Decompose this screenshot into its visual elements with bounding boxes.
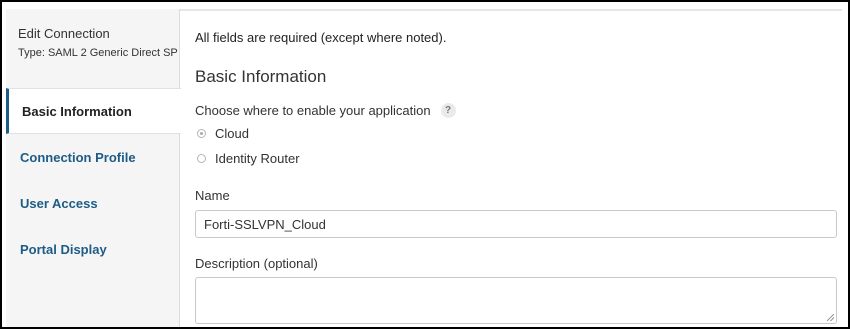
sidebar-item-label: User Access [20, 195, 98, 211]
name-input[interactable]: Forti-SSLVPN_Cloud [195, 210, 837, 238]
connection-title: Edit Connection [18, 26, 110, 41]
sidebar-item-user-access[interactable]: User Access [6, 180, 180, 226]
section-title: Basic Information [195, 67, 327, 86]
sidebar-item-connection-profile[interactable]: Connection Profile [6, 134, 180, 180]
description-label: Description (optional) [195, 256, 318, 271]
radio-button[interactable] [197, 129, 206, 138]
name-input-value: Forti-SSLVPN_Cloud [204, 216, 326, 232]
enable-location-question: Choose where to enable your application … [195, 103, 456, 118]
radio-label: Identity Router [215, 151, 300, 166]
radio-button[interactable] [197, 154, 206, 163]
sidebar-item-portal-display[interactable]: Portal Display [6, 226, 180, 272]
sidebar-item-basic-information[interactable]: Basic Information [6, 88, 181, 134]
connection-header: Edit Connection Type: SAML 2 Generic Dir… [18, 26, 178, 59]
sidebar-item-label: Basic Information [22, 103, 132, 119]
enable-location-label: Choose where to enable your application [195, 103, 431, 118]
resize-grip-icon[interactable] [827, 314, 834, 321]
sidebar-item-label: Connection Profile [20, 149, 136, 165]
required-note: All fields are required (except where no… [195, 30, 447, 45]
description-textarea[interactable] [195, 277, 837, 324]
help-icon[interactable]: ? [440, 103, 456, 118]
name-label: Name [195, 188, 230, 203]
main-content: All fields are required (except where no… [195, 9, 848, 327]
radio-option-cloud[interactable]: Cloud [197, 126, 249, 141]
radio-label: Cloud [215, 126, 249, 141]
sidebar: Edit Connection Type: SAML 2 Generic Dir… [6, 9, 181, 327]
sidebar-item-label: Portal Display [20, 241, 107, 257]
app-frame: Edit Connection Type: SAML 2 Generic Dir… [0, 0, 850, 329]
connection-type: Type: SAML 2 Generic Direct SP [18, 47, 178, 59]
radio-option-identity-router[interactable]: Identity Router [197, 151, 300, 166]
